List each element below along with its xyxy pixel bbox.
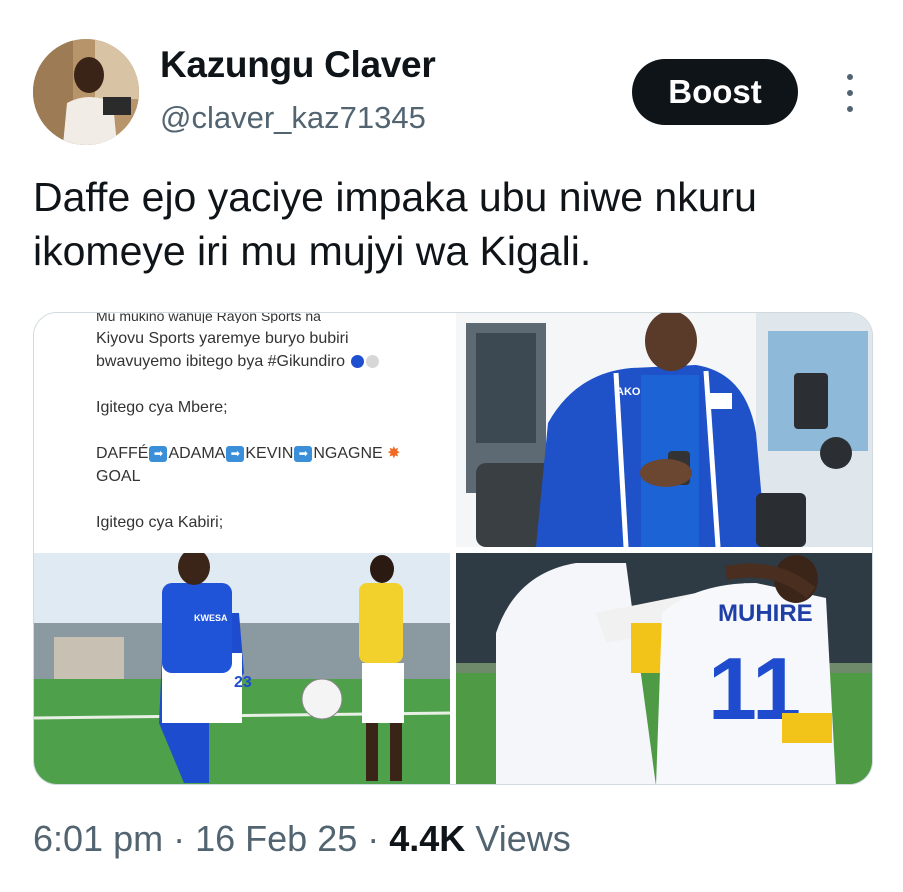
shorts-number: 23 <box>234 674 252 691</box>
separator: · <box>367 818 380 859</box>
media-photo-training[interactable]: KWESA 23 <box>34 553 450 784</box>
author-handle[interactable]: @claver_kaz71345 <box>160 100 426 136</box>
media-photo-celebration[interactable]: MUHIRE 11 <box>456 553 872 784</box>
boost-button[interactable]: Boost <box>632 59 798 125</box>
training-photo: KWESA 23 <box>34 553 450 784</box>
media-photo-player-bus[interactable]: AKO <box>456 313 872 547</box>
more-dot <box>847 74 853 80</box>
views-count: 4.4K <box>389 818 466 859</box>
more-options-icon[interactable] <box>838 74 862 112</box>
bib-brand: KWESA <box>194 613 228 623</box>
jacket-brand: AKO <box>616 386 641 398</box>
tweet-text: Daffe ejo yaciye impaka ubu niwe nkuru i… <box>33 174 757 274</box>
tweet-meta: 6:01 pm · 16 Feb 25 · 4.4K Views <box>33 818 571 860</box>
media-text-screenshot[interactable]: Mu mukino wahuje Rayon Sports na Kiyovu … <box>34 313 450 547</box>
separator: · <box>173 818 186 859</box>
tweet-date[interactable]: 16 Feb 25 <box>195 818 357 859</box>
views-label: Views <box>475 818 571 859</box>
screenshot-heading: Igitego cya Kabiri; <box>96 514 224 531</box>
white-circle-icon <box>366 355 380 369</box>
screenshot-names: DAFFÉ ➡ ADAMA ➡ KEVIN ➡ NGAGNE ✸ <box>96 445 401 462</box>
more-dot <box>847 106 853 112</box>
tweet-time[interactable]: 6:01 pm <box>33 818 163 859</box>
arrow-right-icon: ➡ <box>294 445 313 462</box>
collision-icon: ✸ <box>387 445 401 462</box>
celebration-photo: MUHIRE 11 <box>456 553 872 784</box>
avatar[interactable] <box>33 39 139 145</box>
author-name[interactable]: Kazungu Claver <box>160 44 436 86</box>
screenshot-heading: Igitego cya Mbere; <box>96 399 228 416</box>
screenshot-text: Mu mukino wahuje Rayon Sports na Kiyovu … <box>96 313 436 547</box>
screenshot-goal: GOAL <box>96 468 141 485</box>
arrow-right-icon: ➡ <box>226 445 245 462</box>
screenshot-cut-line: Mu mukino wahuje Rayon Sports na <box>96 313 321 323</box>
more-dot <box>847 90 853 96</box>
avatar-photo <box>33 39 139 145</box>
jersey-name: MUHIRE <box>718 600 813 627</box>
blue-circle-icon <box>351 355 365 369</box>
screenshot-line: bwavuyemo ibitego bya #Gikundiro <box>96 350 436 373</box>
arrow-right-icon: ➡ <box>149 445 168 462</box>
media-grid: Mu mukino wahuje Rayon Sports na Kiyovu … <box>33 312 873 785</box>
player-bus-photo: AKO <box>456 313 872 547</box>
screenshot-line: Kiyovu Sports yaremye buryo bubiri <box>96 330 349 347</box>
